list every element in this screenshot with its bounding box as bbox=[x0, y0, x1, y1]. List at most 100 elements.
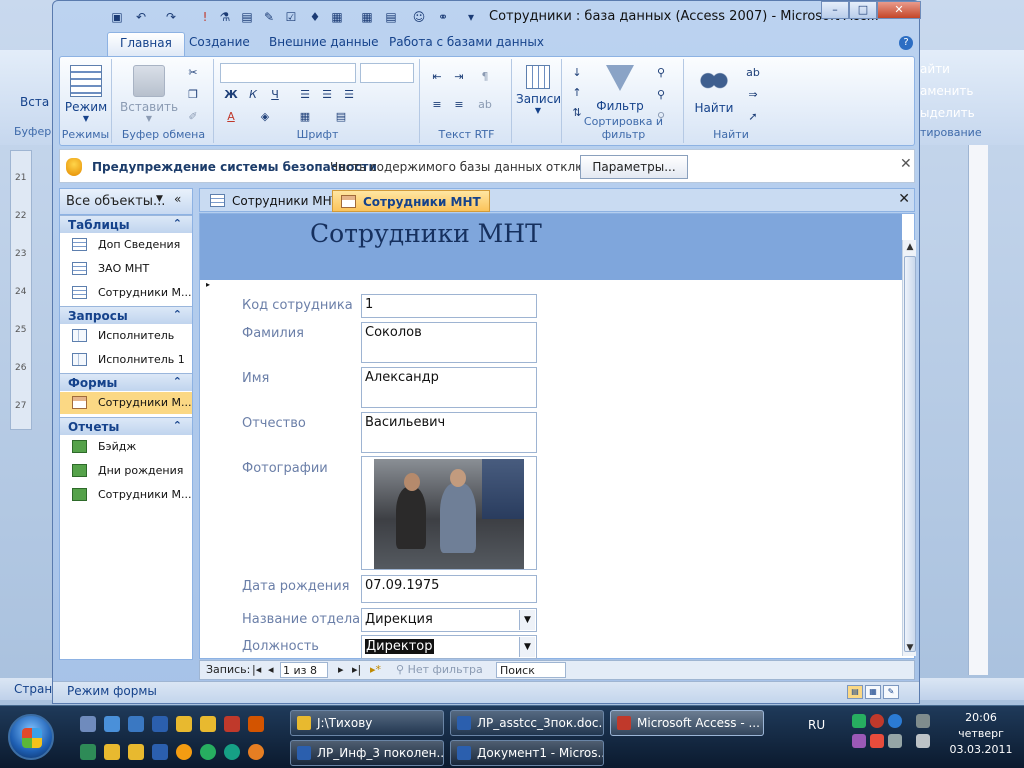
bold-button[interactable]: Ж bbox=[222, 87, 240, 103]
network-icon[interactable] bbox=[916, 714, 930, 728]
scroll-up-icon[interactable]: ▲ bbox=[904, 241, 916, 253]
grid-icon[interactable]: ▦ bbox=[359, 9, 375, 25]
firefox-icon[interactable] bbox=[248, 744, 264, 760]
scroll-thumb[interactable] bbox=[904, 256, 916, 652]
close-icon[interactable]: ✕ bbox=[900, 156, 912, 172]
new-record-icon[interactable]: ▸* bbox=[370, 663, 381, 676]
nav-item-table[interactable]: ЗАО МНТ bbox=[60, 258, 192, 280]
layout-view-icon[interactable]: ▦ bbox=[865, 685, 881, 699]
tray-icon[interactable] bbox=[888, 714, 902, 728]
tray-icon[interactable] bbox=[852, 734, 866, 748]
position-combo[interactable]: Директор ▼ bbox=[361, 635, 537, 659]
chevron-down-icon[interactable]: ▼ bbox=[156, 194, 163, 204]
decrease-indent-icon[interactable]: ⇤ bbox=[428, 69, 446, 85]
next-record-icon[interactable]: ▸ bbox=[338, 663, 344, 676]
font-color-button[interactable]: A bbox=[222, 109, 240, 125]
tray-icon[interactable] bbox=[888, 734, 902, 748]
tray-icon[interactable] bbox=[852, 714, 866, 728]
start-button[interactable] bbox=[8, 714, 54, 760]
records-button[interactable]: Записи ▼ bbox=[516, 65, 561, 115]
view-button[interactable]: Режим ▼ bbox=[62, 65, 110, 123]
app-icon[interactable] bbox=[176, 744, 192, 760]
people-icon[interactable]: ☺ bbox=[411, 9, 427, 25]
record-selector-icon[interactable]: ▸ bbox=[206, 280, 210, 289]
nav-item-table[interactable]: Доп Сведения bbox=[60, 234, 192, 256]
gridlines-icon[interactable]: ▦ bbox=[296, 109, 314, 125]
minimize-button[interactable]: – bbox=[821, 1, 849, 19]
format-painter-icon[interactable]: ✐ bbox=[184, 109, 202, 125]
checkbox-icon[interactable]: ☑ bbox=[283, 9, 299, 25]
maximize-button[interactable]: □ bbox=[849, 1, 877, 19]
tab-document-form[interactable]: Сотрудники МНТ bbox=[332, 190, 490, 212]
tray-icon[interactable] bbox=[870, 734, 884, 748]
undo-icon[interactable]: ↶ bbox=[133, 9, 149, 25]
options-button[interactable]: Параметры... bbox=[580, 155, 688, 179]
paste-button[interactable]: Вставить ▼ bbox=[120, 65, 178, 123]
bg-find-label[interactable]: айти bbox=[920, 62, 988, 76]
tab-database-tools[interactable]: Работа с базами данных bbox=[377, 32, 556, 56]
find-button[interactable]: Найти bbox=[690, 65, 738, 115]
nav-item-table[interactable]: Сотрудники М... bbox=[60, 282, 192, 304]
word-icon[interactable] bbox=[152, 716, 168, 732]
nav-item-form[interactable]: Сотрудники М... bbox=[60, 392, 192, 414]
bg-paste-label[interactable]: Вста bbox=[20, 95, 49, 109]
selection-filter-icon[interactable]: ⚲ bbox=[652, 65, 670, 81]
tray-icon[interactable] bbox=[870, 714, 884, 728]
italic-button[interactable]: К bbox=[244, 87, 262, 103]
taskbar-item[interactable]: ЛР_Инф_3 поколен... bbox=[290, 740, 444, 766]
nav-item-report[interactable]: Сотрудники М... bbox=[60, 484, 192, 506]
bg-replace-label[interactable]: аменить bbox=[920, 84, 988, 98]
excel-icon[interactable] bbox=[80, 744, 96, 760]
bullet-list-icon[interactable]: ≡ bbox=[450, 97, 468, 113]
close-button[interactable]: ✕ bbox=[877, 1, 921, 19]
tab-external-data[interactable]: Внешние данные bbox=[257, 32, 390, 56]
chevron-down-icon[interactable]: ▼ bbox=[519, 610, 535, 630]
redo-icon[interactable]: ↷ bbox=[163, 9, 179, 25]
highlight-icon[interactable]: ab bbox=[476, 97, 494, 113]
show-desktop-icon[interactable] bbox=[80, 716, 96, 732]
icq-icon[interactable] bbox=[200, 744, 216, 760]
folder-icon[interactable] bbox=[200, 716, 216, 732]
increase-indent-icon[interactable]: ⇥ bbox=[450, 69, 468, 85]
form-view-icon[interactable]: ▤ bbox=[847, 685, 863, 699]
nav-item-report[interactable]: Дни рождения bbox=[60, 460, 192, 482]
filter-button[interactable]: Фильтр bbox=[594, 65, 646, 113]
align-center-icon[interactable]: ☰ bbox=[318, 87, 336, 103]
last-record-icon[interactable]: ▸| bbox=[352, 663, 361, 676]
advanced-filter-icon[interactable]: ⚲ bbox=[652, 87, 670, 103]
volume-icon[interactable] bbox=[916, 734, 930, 748]
tab-create[interactable]: Создание bbox=[177, 32, 262, 56]
binoculars-icon[interactable]: ⚭ bbox=[435, 9, 451, 25]
background-scrollbar[interactable] bbox=[968, 145, 988, 675]
surname-field[interactable]: Соколов bbox=[361, 322, 537, 363]
access-icon[interactable] bbox=[224, 716, 240, 732]
alert-icon[interactable]: ! bbox=[197, 9, 213, 25]
department-combo[interactable]: Дирекция ▼ bbox=[361, 608, 537, 632]
collapse-pane-icon[interactable]: « bbox=[174, 192, 181, 206]
scroll-down-icon[interactable]: ▼ bbox=[904, 642, 916, 654]
vertical-scrollbar[interactable]: ▲ ▼ bbox=[902, 240, 916, 656]
form-icon[interactable]: ▤ bbox=[239, 9, 255, 25]
alt-row-color-icon[interactable]: ▤ bbox=[332, 109, 350, 125]
name-field[interactable]: Александр bbox=[361, 367, 537, 408]
pin-icon[interactable]: ♦ bbox=[307, 9, 323, 25]
nav-item-report[interactable]: Бэйдж bbox=[60, 436, 192, 458]
copy-icon[interactable]: ❐ bbox=[184, 87, 202, 103]
folder-icon[interactable] bbox=[176, 716, 192, 732]
save-icon[interactable]: ▣ bbox=[109, 9, 125, 25]
select-icon[interactable]: ➚ bbox=[744, 109, 762, 125]
no-filter-button[interactable]: ⚲ Нет фильтра bbox=[396, 663, 483, 676]
design-view-icon[interactable]: ✎ bbox=[883, 685, 899, 699]
paragraph-icon[interactable]: ¶ bbox=[476, 69, 494, 85]
nav-item-query[interactable]: Исполнитель 1 bbox=[60, 349, 192, 371]
code-field[interactable]: 1 bbox=[361, 294, 537, 318]
prev-record-icon[interactable]: ◂ bbox=[268, 663, 274, 676]
ie-icon[interactable] bbox=[128, 716, 144, 732]
nav-section-tables[interactable]: Таблицы ⌃ bbox=[60, 215, 192, 233]
close-icon[interactable]: ✕ bbox=[898, 191, 910, 207]
help-icon[interactable]: ? bbox=[899, 36, 913, 50]
taskbar-item[interactable]: Документ1 - Micros... bbox=[450, 740, 604, 766]
birthdate-field[interactable]: 07.09.1975 bbox=[361, 575, 537, 603]
patronymic-field[interactable]: Васильевич bbox=[361, 412, 537, 453]
align-right-icon[interactable]: ☰ bbox=[340, 87, 358, 103]
